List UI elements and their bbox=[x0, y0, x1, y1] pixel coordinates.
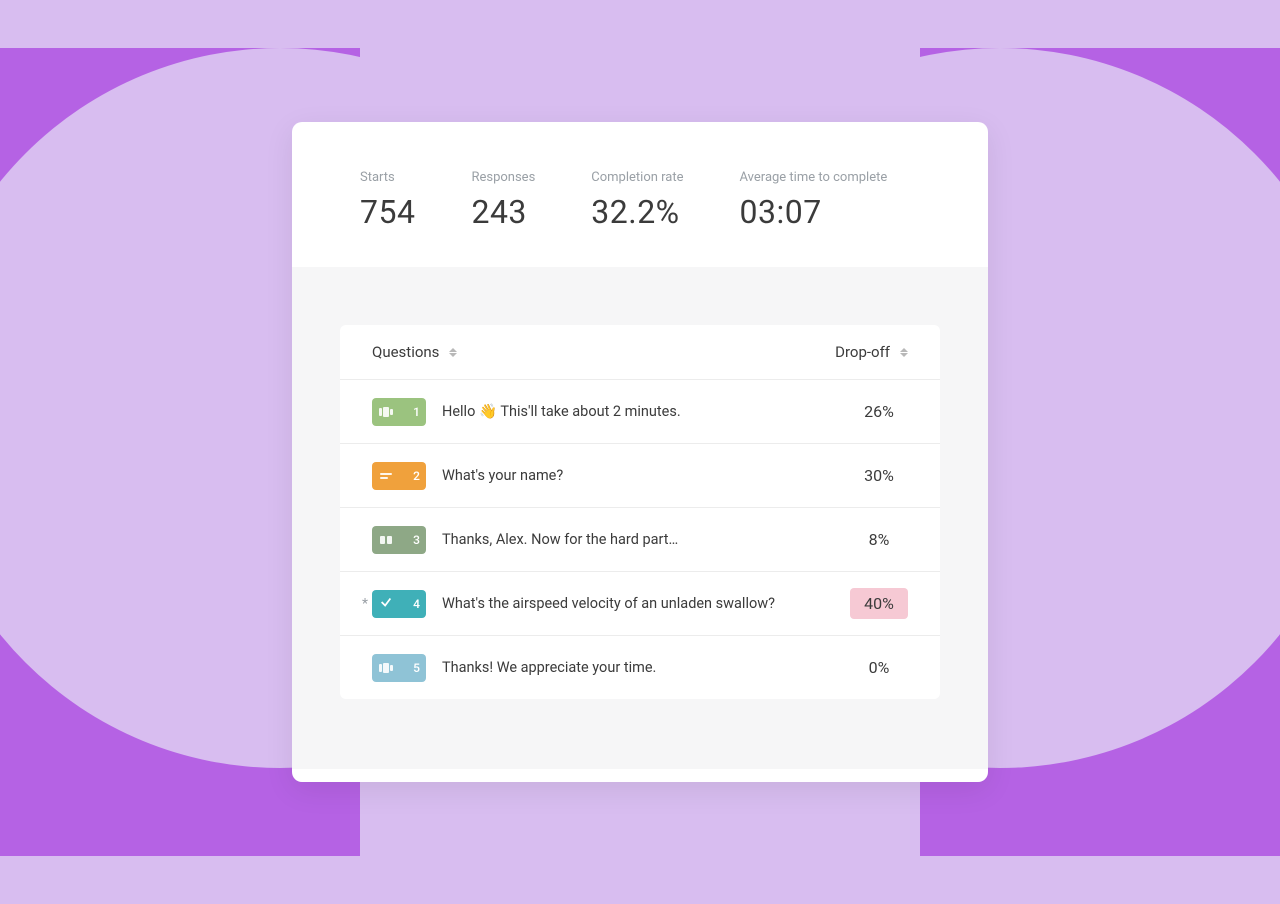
stat-starts: Starts 754 bbox=[360, 170, 415, 231]
table-row[interactable]: 3 Thanks, Alex. Now for the hard part…8% bbox=[340, 507, 940, 571]
slides-icon bbox=[378, 406, 394, 418]
question-number: 3 bbox=[413, 533, 420, 547]
question-badge: 2 bbox=[372, 462, 426, 490]
dropoff-value: 40% bbox=[850, 588, 908, 619]
question-number: 5 bbox=[413, 661, 420, 675]
question-badge: 4 bbox=[372, 590, 426, 618]
table-area: Questions Drop-off 1 Hello 👋 This'll take… bbox=[292, 267, 988, 769]
question-number: 4 bbox=[413, 597, 420, 611]
stat-value: 243 bbox=[471, 193, 535, 231]
dropoff-value: 30% bbox=[850, 460, 908, 491]
column-header-label: Questions bbox=[372, 343, 439, 361]
lines-icon bbox=[378, 470, 394, 482]
stat-label: Average time to complete bbox=[740, 170, 888, 185]
table-header: Questions Drop-off bbox=[340, 325, 940, 379]
question-badge: 5 bbox=[372, 654, 426, 682]
table-row[interactable]: 1 Hello 👋 This'll take about 2 minutes.26… bbox=[340, 379, 940, 443]
question-text: Hello 👋 This'll take about 2 minutes. bbox=[442, 403, 850, 420]
stat-label: Completion rate bbox=[591, 170, 683, 185]
dropoff-table: Questions Drop-off 1 Hello 👋 This'll take… bbox=[340, 325, 940, 699]
question-text: What's the airspeed velocity of an unlad… bbox=[442, 595, 850, 612]
question-text: What's your name? bbox=[442, 467, 850, 484]
stat-value: 03:07 bbox=[740, 193, 888, 231]
dropoff-value: 26% bbox=[850, 396, 908, 427]
table-row[interactable]: 5 Thanks! We appreciate your time.0% bbox=[340, 635, 940, 699]
column-header-questions[interactable]: Questions bbox=[372, 343, 457, 361]
question-text: Thanks, Alex. Now for the hard part… bbox=[442, 531, 850, 548]
question-badge: 1 bbox=[372, 398, 426, 426]
row-marker: * bbox=[358, 596, 372, 612]
question-number: 2 bbox=[413, 469, 420, 483]
stat-value: 32.2% bbox=[591, 193, 683, 231]
stat-avg-time: Average time to complete 03:07 bbox=[740, 170, 888, 231]
sort-icon bbox=[900, 348, 908, 357]
check-icon bbox=[378, 598, 394, 610]
analytics-card: Starts 754 Responses 243 Completion rate… bbox=[292, 122, 988, 782]
stat-value: 754 bbox=[360, 193, 415, 231]
column-header-label: Drop-off bbox=[835, 343, 890, 361]
dropoff-value: 8% bbox=[850, 524, 908, 555]
slides-icon bbox=[378, 662, 394, 674]
wave-emoji-icon: 👋 bbox=[479, 403, 497, 420]
question-badge: 3 bbox=[372, 526, 426, 554]
quote-icon bbox=[378, 534, 394, 546]
stat-label: Starts bbox=[360, 170, 415, 185]
question-text: Thanks! We appreciate your time. bbox=[442, 659, 850, 676]
stats-row: Starts 754 Responses 243 Completion rate… bbox=[292, 122, 988, 267]
stat-completion-rate: Completion rate 32.2% bbox=[591, 170, 683, 231]
table-row[interactable]: * 4 What's the airspeed velocity of an unl… bbox=[340, 571, 940, 635]
table-body: 1 Hello 👋 This'll take about 2 minutes.26… bbox=[340, 379, 940, 699]
column-header-dropoff[interactable]: Drop-off bbox=[835, 343, 908, 361]
stat-responses: Responses 243 bbox=[471, 170, 535, 231]
stage: Starts 754 Responses 243 Completion rate… bbox=[0, 0, 1280, 904]
dropoff-value: 0% bbox=[850, 652, 908, 683]
table-row[interactable]: 2 What's your name?30% bbox=[340, 443, 940, 507]
sort-icon bbox=[449, 348, 457, 357]
question-number: 1 bbox=[413, 405, 420, 419]
stat-label: Responses bbox=[471, 170, 535, 185]
